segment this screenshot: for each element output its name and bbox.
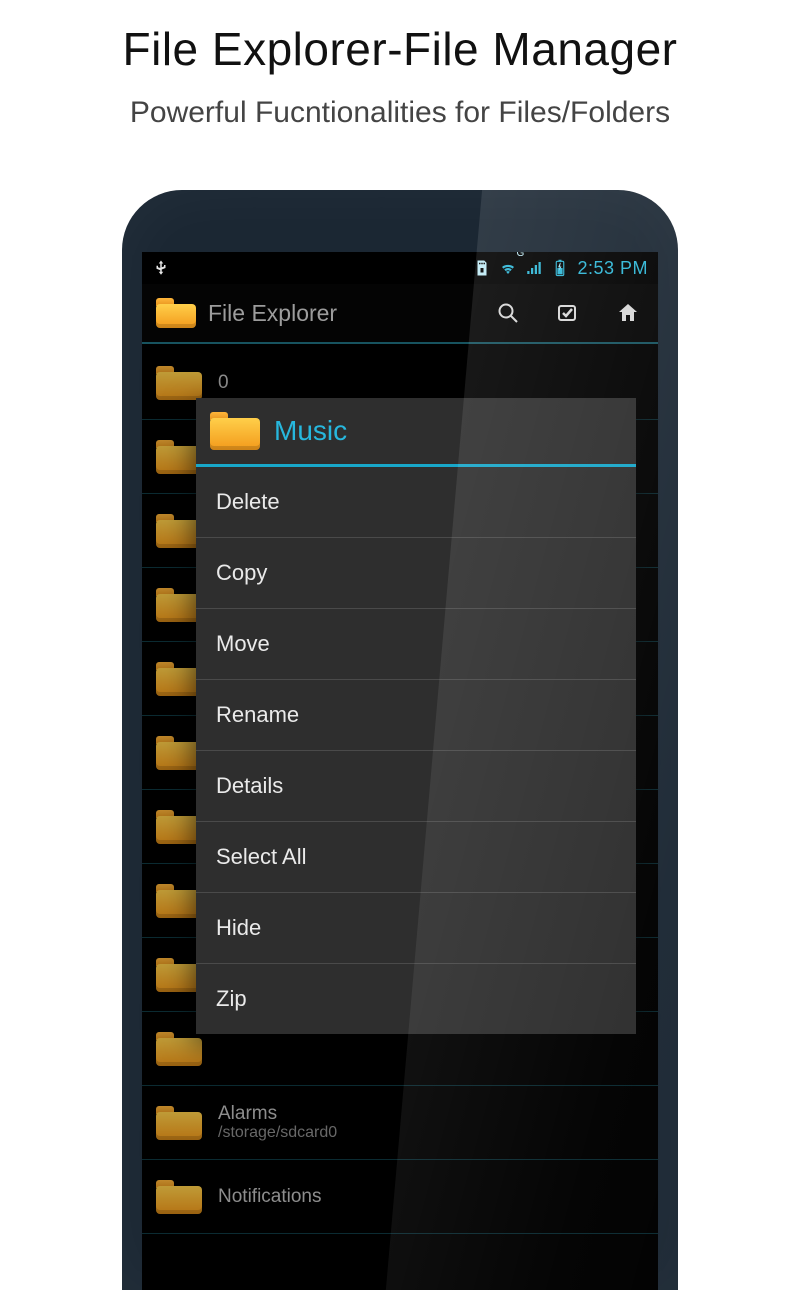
home-icon[interactable] — [616, 301, 640, 325]
context-menu-item[interactable]: Move — [196, 609, 636, 680]
promo-title: File Explorer-File Manager — [0, 22, 800, 76]
status-time: 2:53 PM — [577, 258, 648, 279]
usb-icon — [152, 259, 170, 277]
context-menu-header: Music — [196, 398, 636, 467]
folder-icon — [210, 412, 260, 450]
context-menu-target: Music — [274, 415, 347, 447]
wifi-icon — [499, 259, 517, 277]
action-bar: File Explorer — [142, 284, 658, 344]
sdcard-icon — [473, 259, 491, 277]
select-mode-icon[interactable] — [556, 301, 580, 325]
context-menu-item[interactable]: Copy — [196, 538, 636, 609]
context-menu: Music DeleteCopyMoveRenameDetailsSelect … — [196, 398, 636, 1034]
context-menu-item[interactable]: Rename — [196, 680, 636, 751]
device-frame: G 2:53 PM File Explorer — [122, 190, 678, 1290]
context-menu-item[interactable]: Details — [196, 751, 636, 822]
signal-icon: G — [525, 259, 543, 277]
battery-charging-icon — [551, 259, 569, 277]
search-icon[interactable] — [496, 301, 520, 325]
device-screen: G 2:53 PM File Explorer — [142, 252, 658, 1290]
status-bar: G 2:53 PM — [142, 252, 658, 284]
app-folder-icon — [156, 298, 196, 328]
app-title: File Explorer — [208, 300, 496, 327]
context-menu-item[interactable]: Zip — [196, 964, 636, 1034]
network-type-label: G — [516, 252, 524, 259]
context-menu-item[interactable]: Hide — [196, 893, 636, 964]
context-menu-item[interactable]: Select All — [196, 822, 636, 893]
promo-subtitle: Powerful Fucntionalities for Files/Folde… — [0, 96, 800, 130]
context-menu-item[interactable]: Delete — [196, 467, 636, 538]
